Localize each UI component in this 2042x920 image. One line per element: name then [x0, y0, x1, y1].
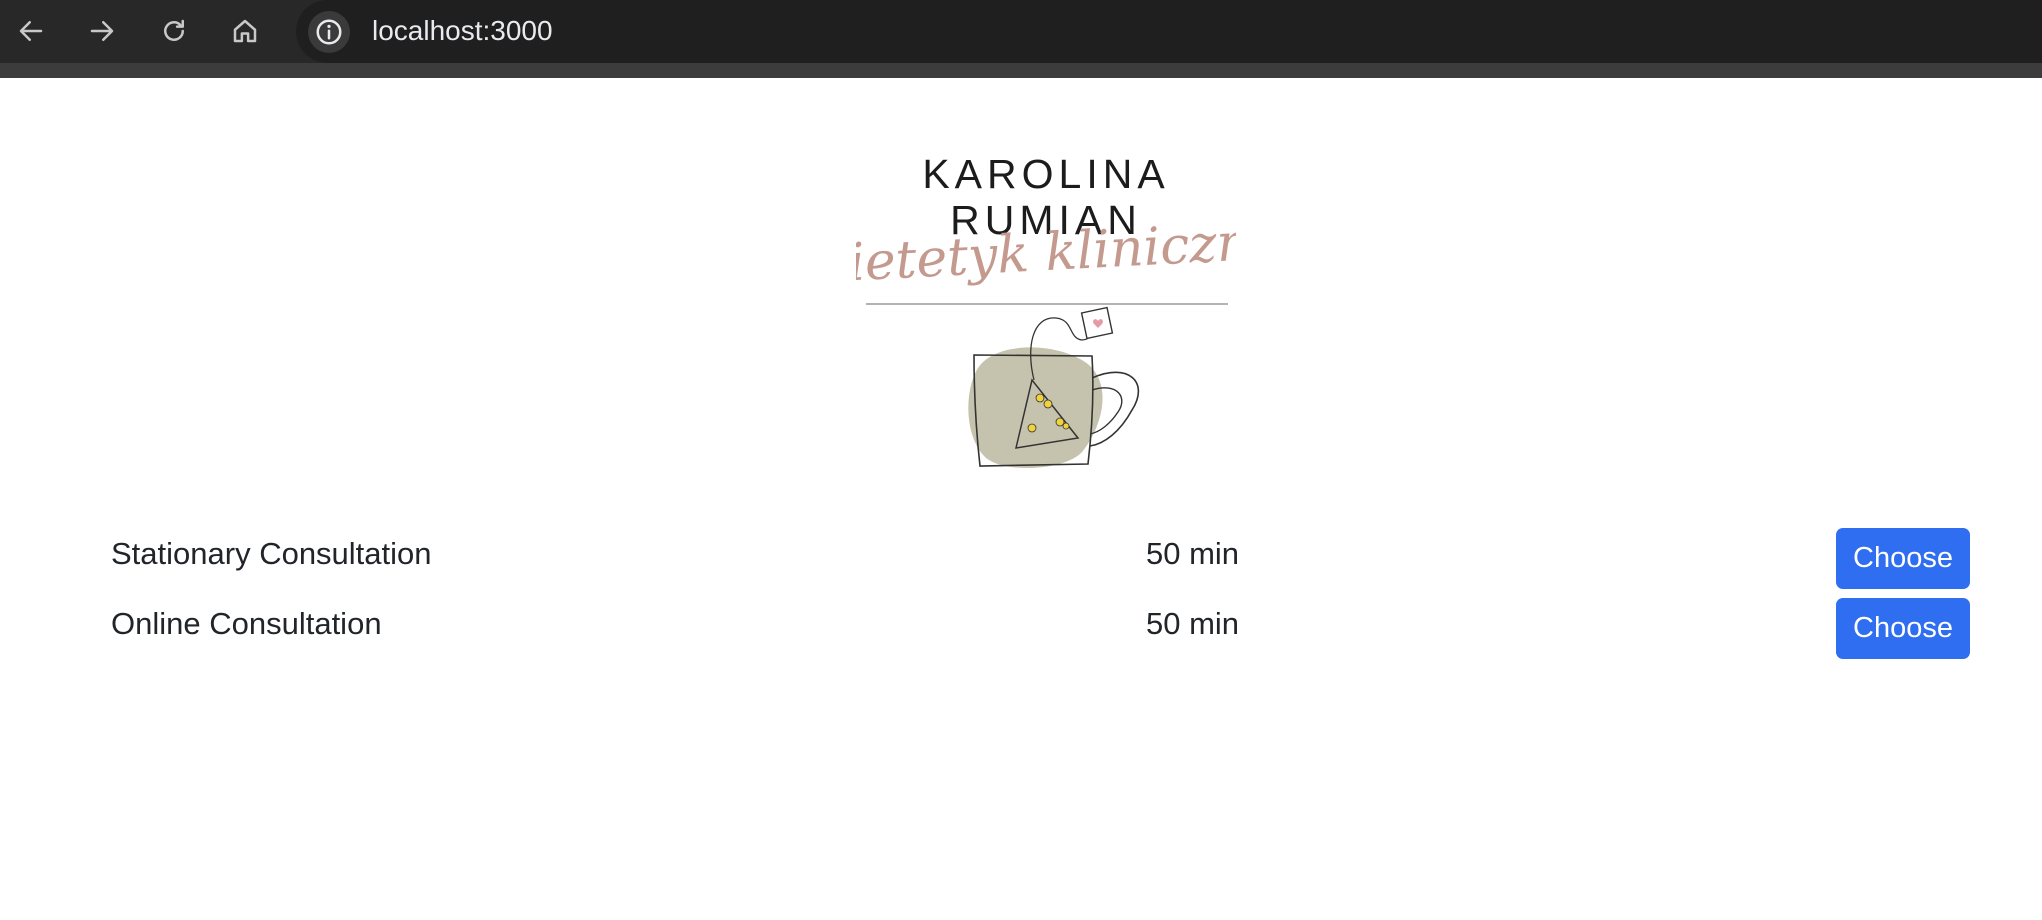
- logo-name-line1: KAROLINA: [922, 151, 1169, 197]
- service-row: Stationary Consultation 50 min Choose: [0, 528, 2042, 592]
- service-duration: 50 min: [1146, 536, 1240, 571]
- home-icon: [233, 19, 257, 43]
- info-icon: [316, 19, 342, 45]
- browser-toolbar: localhost:3000: [0, 0, 2042, 63]
- brand-logo: KAROLINA RUMIAN dietetyk kliniczny: [856, 151, 1236, 469]
- reload-icon: [164, 19, 184, 41]
- logo-tagline: dietetyk kliniczny: [856, 211, 1236, 295]
- reload-button[interactable]: [155, 12, 193, 50]
- forward-arrow-icon: [90, 21, 114, 41]
- back-arrow-icon: [19, 21, 43, 41]
- url-text[interactable]: localhost:3000: [372, 14, 553, 48]
- site-info-button[interactable]: [308, 11, 350, 53]
- service-name: Online Consultation: [111, 606, 382, 641]
- home-button[interactable]: [226, 12, 264, 50]
- service-name: Stationary Consultation: [111, 536, 432, 571]
- service-row: Online Consultation 50 min Choose: [0, 598, 2042, 662]
- choose-button[interactable]: Choose: [1836, 528, 1970, 589]
- toolbar-divider: [0, 63, 2042, 78]
- page-content: KAROLINA RUMIAN dietetyk kliniczny Stati…: [0, 78, 2042, 920]
- back-button[interactable]: [12, 12, 50, 50]
- address-bar[interactable]: [296, 0, 2042, 63]
- tea-mug-icon: [968, 306, 1140, 469]
- choose-button[interactable]: Choose: [1836, 598, 1970, 659]
- forward-button[interactable]: [83, 12, 121, 50]
- service-duration: 50 min: [1146, 606, 1240, 641]
